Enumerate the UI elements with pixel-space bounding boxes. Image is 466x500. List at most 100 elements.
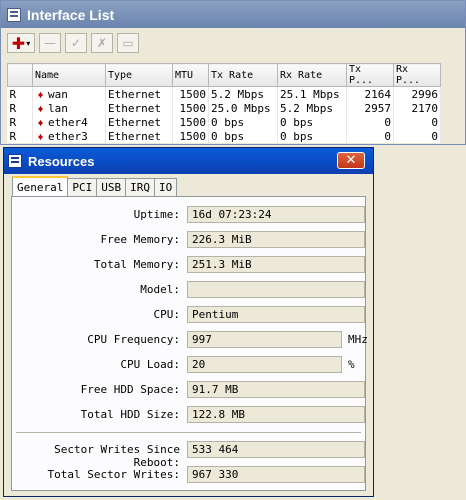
row-name: ether4 [32,115,106,129]
interface-list-titlebar[interactable]: Interface List [1,1,465,28]
cpu-label: CPU: [153,308,181,321]
column-header-flag[interactable] [7,63,33,87]
free-hdd-field[interactable]: 91.7 MB [187,381,365,398]
column-header-tx-rate[interactable]: Tx Rate [208,63,278,87]
row-rx-rate: 0 bps [277,129,347,143]
row-flag: R [7,115,33,129]
row-mtu: 1500 [172,86,209,101]
row-rx-rate: 25.1 Mbps [277,86,347,101]
row-name-text: wan [48,87,68,101]
total-memory-field[interactable]: 251.3 MiB [187,256,365,273]
interface-table: Name Type MTU Tx Rate Rx Rate Tx P... Rx… [7,63,441,143]
uptime-label: Uptime: [133,208,180,221]
window-icon [7,7,21,22]
total-sector-writes-label: Total Sector Writes: [47,468,180,481]
row-tx-packets: 0 [346,115,394,129]
cpu-load-field[interactable]: 20 [187,356,342,373]
row-type: Ethernet [105,129,173,143]
uptime-field[interactable]: 16d 07:23:24 [187,206,365,223]
row-name-text: ether3 [48,129,88,143]
row-mtu: 1500 [172,101,209,115]
cpu-field[interactable]: Pentium [187,306,365,323]
column-header-tx-packets[interactable]: Tx P... [346,63,394,87]
row-type: Ethernet [105,115,173,129]
row-flag: R [7,129,33,143]
interface-icon [35,91,47,99]
column-header-mtu[interactable]: MTU [172,63,209,87]
interface-icon [35,119,47,127]
tab-pci[interactable]: PCI [67,178,98,196]
column-header-name[interactable]: Name [32,63,106,87]
interface-icon [35,133,47,141]
tab-general[interactable]: General [12,176,69,197]
add-button[interactable]: ✚ ▾ [7,33,35,53]
row-name: ether3 [32,129,106,143]
tab-io[interactable]: IO [153,178,178,196]
row-mtu: 1500 [172,115,209,129]
free-memory-field[interactable]: 226.3 MiB [187,231,365,248]
row-tx-rate: 5.2 Mbps [208,86,278,101]
row-tx-rate: 25.0 Mbps [208,101,278,115]
cpu-frequency-label: CPU Frequency: [87,333,180,346]
total-memory-label: Total Memory: [93,258,180,271]
check-icon: ✓ [70,36,82,50]
row-type: Ethernet [105,101,173,115]
close-icon: ✕ [345,153,357,168]
row-tx-packets: 2164 [346,86,394,101]
table-row[interactable]: R ether4 Ethernet 1500 0 bps 0 bps 0 0 [7,115,441,129]
model-label: Model: [140,283,180,296]
row-name-text: ether4 [48,115,88,129]
enable-button[interactable]: ✓ [65,33,87,53]
row-tx-rate: 0 bps [208,129,278,143]
row-rx-rate: 0 bps [277,115,347,129]
interface-list-title: Interface List [27,6,115,23]
row-rx-packets: 0 [393,115,441,129]
total-sector-writes-field[interactable]: 967 330 [187,466,365,483]
comment-button[interactable]: ▭ [117,33,139,53]
free-hdd-label: Free HDD Space: [80,383,180,396]
interface-icon [35,105,47,113]
minus-icon: — [44,36,56,50]
window-icon [8,154,22,168]
column-header-type[interactable]: Type [105,63,173,87]
row-rx-packets: 2170 [393,101,441,115]
cpu-load-unit: % [348,358,355,371]
plus-icon: ✚ [11,33,26,53]
close-button[interactable]: ✕ [337,152,365,169]
cpu-frequency-unit: MHz [348,333,368,346]
remove-button[interactable]: — [39,33,61,53]
disable-button[interactable]: ✗ [91,33,113,53]
total-hdd-field[interactable]: 122.8 MB [187,406,365,423]
x-icon: ✗ [96,36,108,50]
table-row[interactable]: R ether3 Ethernet 1500 0 bps 0 bps 0 0 [7,129,441,143]
row-flag: R [7,101,33,115]
row-tx-packets: 0 [346,129,394,143]
free-memory-label: Free Memory: [100,233,180,246]
row-type: Ethernet [105,86,173,101]
general-panel: Uptime: 16d 07:23:24 Free Memory: 226.3 … [11,196,368,491]
row-tx-packets: 2957 [346,101,394,115]
cpu-frequency-field[interactable]: 997 [187,331,342,348]
table-row[interactable]: R wan Ethernet 1500 5.2 Mbps 25.1 Mbps 2… [7,86,441,101]
row-rx-rate: 5.2 Mbps [277,101,347,115]
column-header-rx-rate[interactable]: Rx Rate [277,63,347,87]
row-name: lan [32,101,106,115]
table-row[interactable]: R lan Ethernet 1500 25.0 Mbps 5.2 Mbps 2… [7,101,441,115]
interface-list-window: Interface List ✚ ▾ — ✓ ✗ ▭ Name Type MTU … [0,0,466,145]
resources-title: Resources [28,153,95,169]
row-mtu: 1500 [172,129,209,143]
model-field[interactable] [187,281,365,298]
row-name: wan [32,86,106,101]
tab-irq[interactable]: IRQ [125,178,155,196]
column-header-rx-packets[interactable]: Rx P... [393,63,441,87]
tab-usb[interactable]: USB [96,178,127,196]
row-flag: R [7,86,33,101]
resources-titlebar[interactable]: Resources ✕ [4,148,373,174]
comment-icon: ▭ [122,36,134,50]
divider [16,432,361,433]
row-rx-packets: 0 [393,129,441,143]
total-hdd-label: Total HDD Size: [80,408,180,421]
sector-writes-reboot-field[interactable]: 533 464 [187,441,365,458]
table-header-row: Name Type MTU Tx Rate Rx Rate Tx P... Rx… [7,63,441,87]
chevron-down-icon: ▾ [26,38,31,48]
